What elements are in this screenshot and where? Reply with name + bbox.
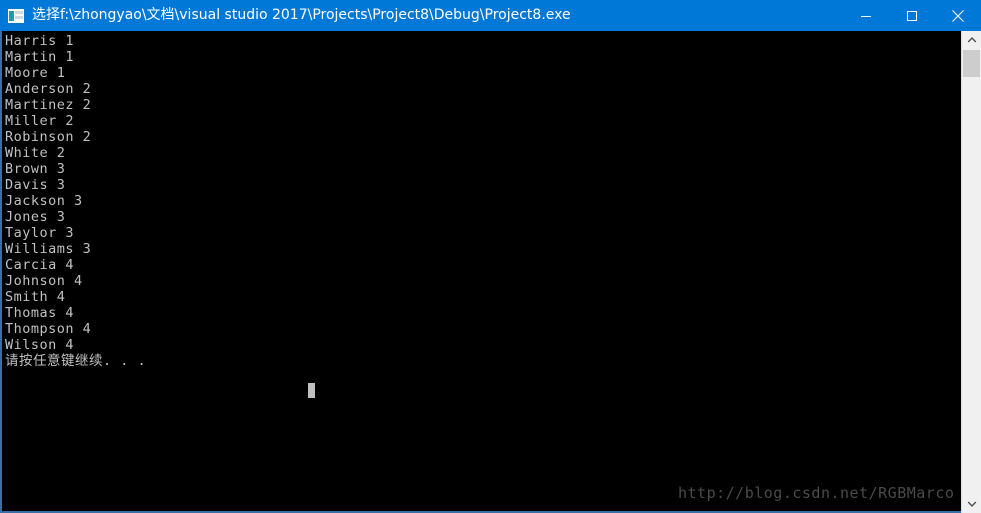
chevron-up-icon	[967, 37, 976, 43]
console-line: Carcia 4	[5, 257, 75, 273]
console-line: Martin 1	[5, 49, 75, 65]
console-line: Smith 4	[5, 289, 66, 305]
console-window: 选择f:\zhongyao\文档\visual studio 2017\Proj…	[0, 0, 981, 513]
text-cursor-block	[308, 383, 315, 398]
console-line: Taylor 3	[5, 225, 75, 241]
minimize-icon	[861, 15, 871, 17]
console-line: Thompson 4	[5, 321, 92, 337]
minimize-button[interactable]	[843, 0, 889, 31]
console-line: Jones 3	[5, 209, 66, 225]
console-line: Robinson 2	[5, 129, 92, 145]
console-line: Moore 1	[5, 65, 66, 81]
scrollbar-up-button[interactable]	[962, 31, 981, 49]
console-line: Thomas 4	[5, 305, 75, 321]
console-line: Wilson 4	[5, 337, 75, 353]
scrollbar-thumb[interactable]	[963, 50, 980, 77]
console-line: Brown 3	[5, 161, 66, 177]
chevron-down-icon	[967, 501, 976, 507]
scrollbar-track[interactable]	[962, 49, 981, 495]
watermark-text: http://blog.csdn.net/RGBMarco	[678, 484, 955, 502]
console-line: Davis 3	[5, 177, 66, 193]
title-bar[interactable]: 选择f:\zhongyao\文档\visual studio 2017\Proj…	[0, 0, 981, 31]
scrollbar-down-button[interactable]	[962, 495, 981, 513]
console-line: 请按任意键继续. . .	[5, 353, 147, 369]
console-output-area[interactable]: Harris 1 Martin 1 Moore 1 Anderson 2 Martine…	[0, 31, 981, 513]
console-line: White 2	[5, 145, 66, 161]
console-line: Jackson 3	[5, 193, 83, 209]
console-line: Anderson 2	[5, 81, 92, 97]
close-button[interactable]	[935, 0, 981, 31]
maximize-icon	[907, 10, 917, 21]
console-text: Harris 1 Martin 1 Moore 1 Anderson 2 Martine…	[5, 33, 146, 369]
window-title: 选择f:\zhongyao\文档\visual studio 2017\Proj…	[32, 7, 571, 23]
console-window-icon	[8, 8, 24, 24]
console-line: Harris 1	[5, 33, 75, 49]
console-line: Williams 3	[5, 241, 92, 257]
console-line: Miller 2	[5, 113, 75, 129]
console-line: Martinez 2	[5, 97, 92, 113]
maximize-button[interactable]	[889, 0, 935, 31]
close-icon	[952, 9, 964, 22]
console-line: Johnson 4	[5, 273, 83, 289]
vertical-scrollbar[interactable]	[961, 31, 981, 513]
